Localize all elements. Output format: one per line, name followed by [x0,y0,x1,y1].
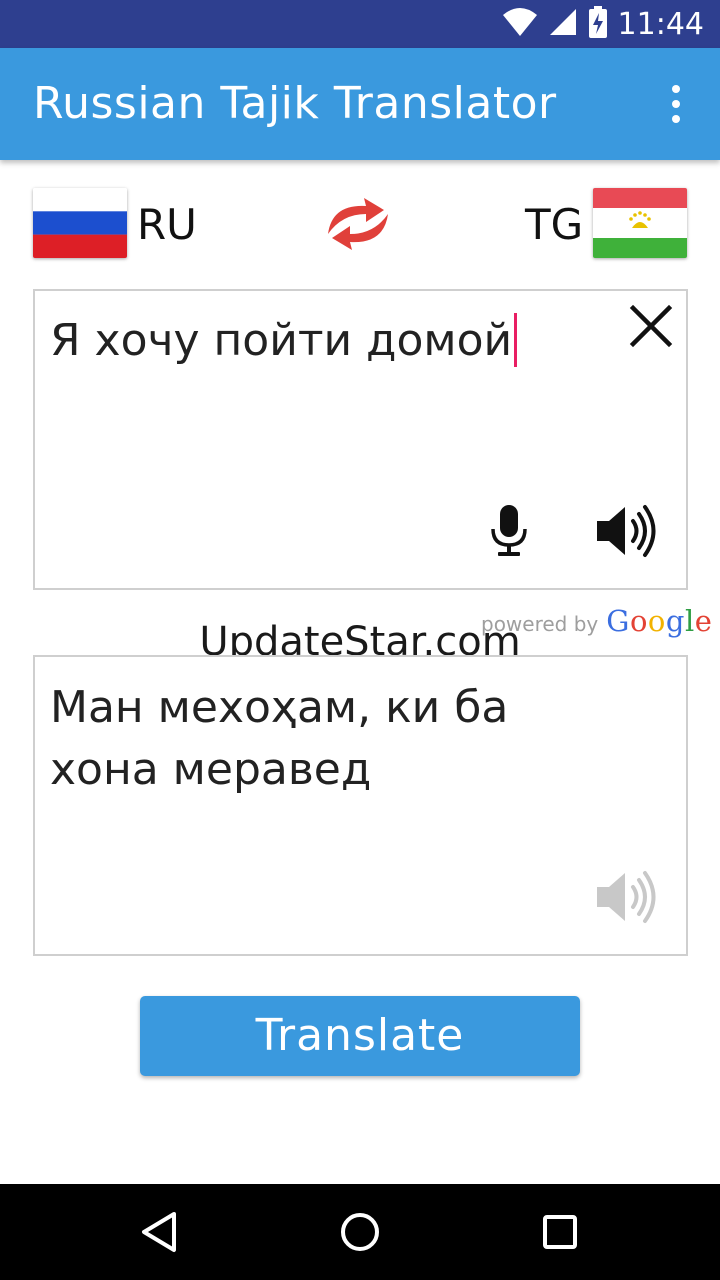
russia-flag-icon[interactable] [33,188,127,258]
translation-output-text: Ман мехоҳам, ки ба хона меравед [50,682,509,795]
microphone-icon[interactable] [487,503,531,559]
wifi-icon [502,7,538,41]
cell-signal-icon [548,7,578,41]
source-language-code[interactable]: RU [137,200,197,249]
navigation-bar [0,1184,720,1280]
language-selector-row: RU TG [0,186,720,262]
tajikistan-flag-icon[interactable] [593,188,687,258]
text-caret [514,313,518,367]
status-icons: 11:44 [502,0,704,48]
output-speaker-icon[interactable] [595,869,663,925]
translation-output-box: Ман мехоҳам, ки ба хона меравед [33,655,688,956]
home-icon[interactable] [336,1208,384,1256]
app-bar: Russian Tajik Translator [0,48,720,160]
back-icon[interactable] [136,1208,184,1256]
swap-arrows-icon[interactable] [322,194,394,254]
app-title: Russian Tajik Translator [33,78,557,129]
more-vert-icon[interactable] [656,84,696,124]
recents-icon[interactable] [536,1208,584,1256]
speaker-icon[interactable] [595,503,663,559]
translate-button[interactable]: Translate [140,996,580,1076]
status-time: 11:44 [617,6,704,42]
close-icon[interactable] [628,303,674,349]
source-text-box[interactable]: Я хочу пойти домой [33,289,688,590]
source-text-input[interactable]: Я хочу пойти домой [50,313,518,367]
battery-charging-icon [588,6,608,42]
target-language-code[interactable]: TG [525,200,583,249]
status-bar: 11:44 [0,0,720,48]
